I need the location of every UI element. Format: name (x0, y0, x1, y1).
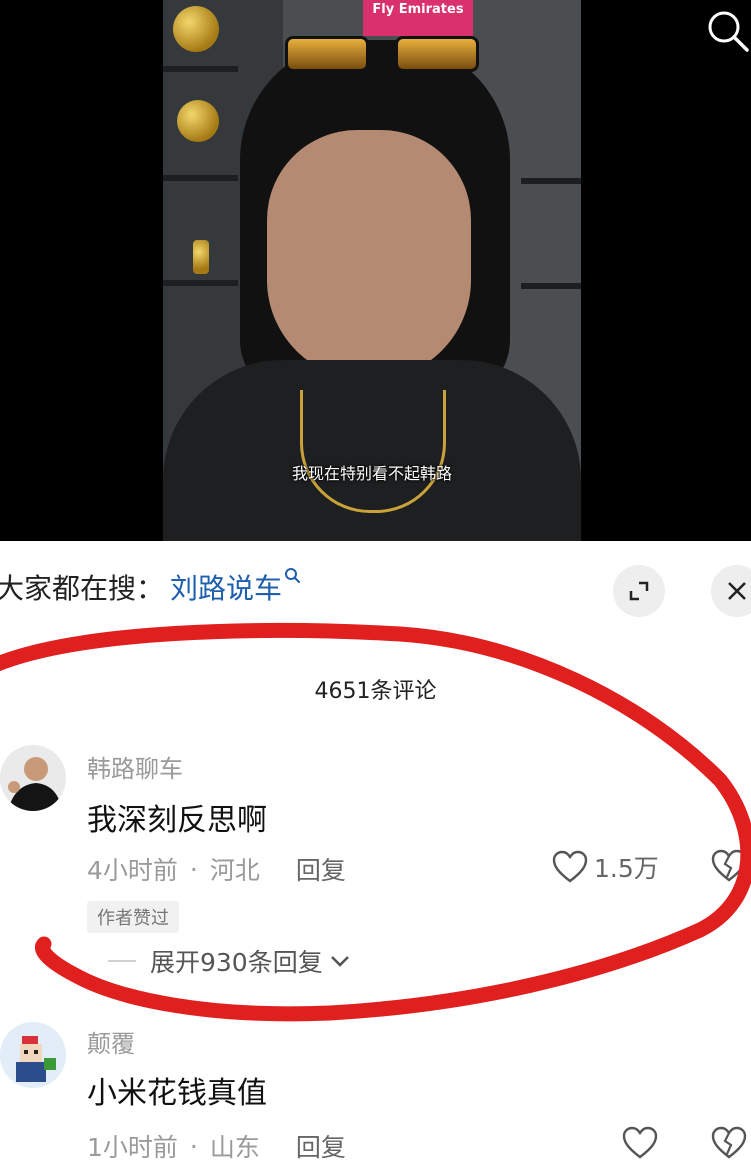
shelf-plank (163, 175, 238, 181)
person-face (267, 130, 471, 380)
close-icon (728, 582, 746, 600)
avatar-image (0, 1022, 66, 1088)
comment-sheet: 大家都在搜： 刘路说车 4651条评论 韩路聊车 我深刻反思啊 4小时前 · 河… (0, 541, 751, 1162)
video-player[interactable]: Fly Emirates 我现在特别看不起韩路 (0, 0, 751, 541)
reply-button[interactable]: 回复 (296, 851, 346, 887)
comment-text: 小米花钱真值 (87, 1076, 267, 1111)
shelf-plank (521, 283, 581, 289)
hot-search-term[interactable]: 刘路说车 (170, 567, 282, 607)
expand-replies-label: 展开930条回复 (150, 948, 323, 977)
separator-dot: · (189, 854, 198, 884)
sunglasses-lens (395, 36, 479, 72)
fly-emirates-sign: Fly Emirates (363, 0, 473, 36)
avatar-image (0, 745, 66, 811)
sunglasses-lens (285, 36, 369, 72)
comment-author[interactable]: 颠覆 (87, 1024, 135, 1059)
heart-icon (622, 1126, 658, 1159)
sunglasses (285, 34, 485, 72)
search-icon[interactable] (705, 8, 749, 52)
comment-author[interactable]: 韩路聊车 (87, 749, 183, 784)
search-icon[interactable] (284, 567, 301, 583)
sign-text: Fly Emirates (372, 2, 464, 17)
like-count: 1.5万 (594, 854, 659, 883)
comment-time: 4小时前 (87, 856, 178, 885)
avatar[interactable] (0, 745, 66, 811)
comment-location: 河北 (209, 856, 260, 885)
like-button[interactable]: 1.5万 (552, 849, 659, 885)
small-trophy (193, 240, 209, 274)
broken-heart-icon[interactable] (711, 849, 747, 883)
heart-icon (552, 850, 588, 883)
golden-ball-trophy (177, 100, 219, 142)
author-liked-badge: 作者赞过 (87, 901, 179, 933)
video-subtitle: 我现在特别看不起韩路 (291, 464, 452, 483)
comment-text: 我深刻反思啊 (87, 803, 267, 838)
hot-search-prefix: 大家都在搜： (0, 572, 165, 605)
comment-count: 4651条评论 (314, 679, 437, 704)
shelf-plank (163, 280, 238, 286)
comment-meta: 4小时前 · 河北 回复 (87, 851, 346, 887)
shelf-plank (521, 178, 581, 184)
avatar[interactable] (0, 1022, 66, 1088)
like-button[interactable] (622, 1126, 658, 1160)
close-button[interactable] (711, 565, 751, 617)
broken-heart-icon[interactable] (711, 1126, 747, 1160)
expand-replies-button[interactable]: 展开930条回复 (108, 943, 351, 979)
divider-line (108, 960, 136, 962)
fullscreen-icon (629, 581, 649, 601)
separator-dot: · (189, 1131, 198, 1161)
hot-search-bar: 大家都在搜： 刘路说车 (0, 565, 301, 609)
golden-ball-trophy (173, 6, 219, 52)
shelf-plank (163, 66, 238, 72)
chevron-down-icon (330, 956, 349, 967)
video-frame: Fly Emirates 我现在特别看不起韩路 (163, 0, 581, 541)
expand-fullscreen-button[interactable] (613, 565, 665, 617)
